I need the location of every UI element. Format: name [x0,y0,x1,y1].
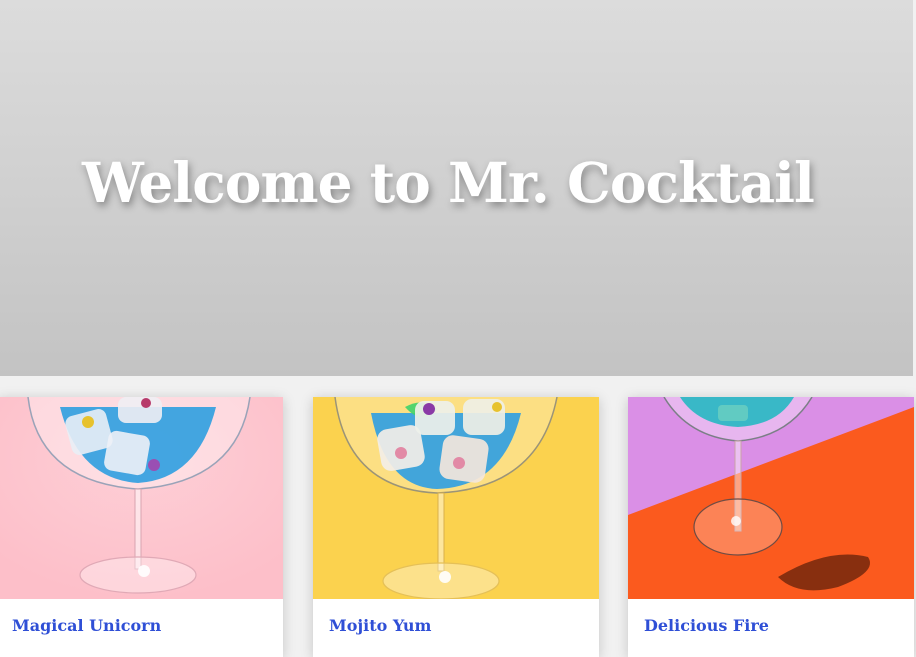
cocktail-name-link[interactable]: Mojito Yum [329,616,431,635]
cocktail-photo [0,397,283,599]
cocktail-name-link[interactable]: Magical Unicorn [12,616,161,635]
cocktail-name-link[interactable]: Delicious Fire [644,616,769,635]
cocktail-photo [628,397,914,599]
cocktail-card-magical-unicorn[interactable]: Magical Unicorn [0,397,283,657]
hero-banner: Welcome to Mr. Cocktail [0,0,913,376]
cocktail-card-delicious-fire[interactable]: Delicious Fire [628,397,914,657]
hero-title: Welcome to Mr. Cocktail [82,150,815,215]
cocktail-photo [313,397,599,599]
cocktail-card-mojito-yum[interactable]: Mojito Yum [313,397,599,657]
